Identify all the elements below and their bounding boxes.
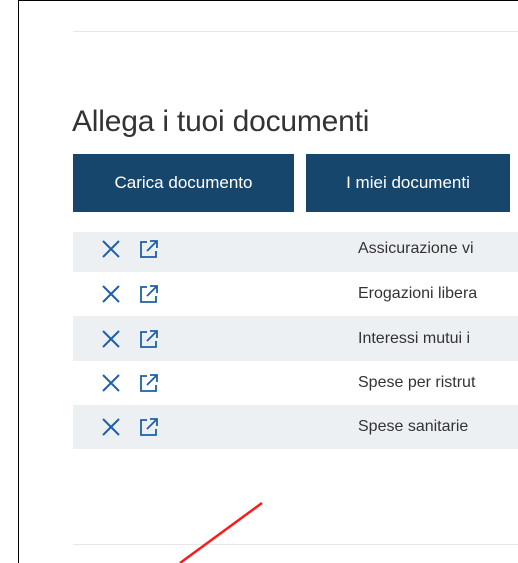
annotation-arrow-line — [179, 501, 263, 563]
